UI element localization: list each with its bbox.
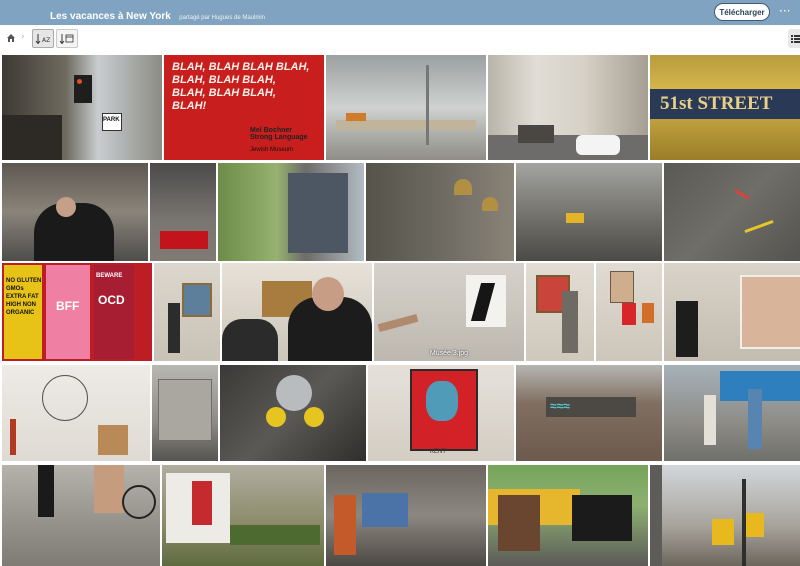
list-lines-icon xyxy=(790,34,800,43)
photo-text-51st: 51st STREET xyxy=(660,93,773,114)
toolbar: › AZ xyxy=(0,26,800,52)
photo-tile[interactable]: 51st STREET xyxy=(650,55,800,160)
photo-tile[interactable] xyxy=(150,163,216,261)
photo-caption: Musée 3.jpg xyxy=(429,350,469,357)
sort-date-button[interactable] xyxy=(56,29,78,48)
photo-text-blah: BLAH, BLAH BLAH BLAH, BLAH, BLAH BLAH, B… xyxy=(172,61,310,112)
photo-tile[interactable] xyxy=(664,365,800,461)
sort-alpha-icon: AZ xyxy=(35,34,50,44)
photo-tile[interactable] xyxy=(526,263,594,361)
photo-tile[interactable] xyxy=(488,465,648,566)
photo-tile[interactable]: KENT xyxy=(368,365,514,461)
photo-tile[interactable] xyxy=(2,365,150,461)
photo-tile[interactable]: BLAH, BLAH BLAH BLAH, BLAH, BLAH BLAH, B… xyxy=(164,55,324,160)
photo-text-gmos: NO GLUTEN GMOs EXTRA FAT HIGH NON ORGANI… xyxy=(6,278,42,316)
photo-text-beware: BEWARE xyxy=(96,273,123,279)
photo-text-jewish: Jewish Museum xyxy=(250,147,294,153)
photo-tile[interactable]: PARK xyxy=(2,55,162,160)
photo-tile[interactable] xyxy=(664,263,800,361)
list-view-icon[interactable] xyxy=(788,29,800,48)
more-horizontal-icon[interactable]: ··· xyxy=(779,4,790,18)
photo-tile[interactable] xyxy=(488,55,648,160)
shared-by-label: partagé par Hugues de Maulmin xyxy=(179,15,265,21)
photo-text-park: PARK xyxy=(103,117,120,123)
photo-tile[interactable] xyxy=(2,163,148,261)
photo-text-bff: BFF xyxy=(56,299,80,313)
svg-text:AZ: AZ xyxy=(42,37,50,44)
photo-tile[interactable] xyxy=(222,263,372,361)
photo-tile[interactable] xyxy=(596,263,662,361)
photo-text-bochner: Mel Bochner Strong Language xyxy=(250,127,308,141)
photo-tile[interactable] xyxy=(650,465,800,566)
photo-text-ocd: OCD xyxy=(98,293,125,307)
album-title: Les vacances à New York xyxy=(50,11,171,22)
photo-tile[interactable] xyxy=(664,163,800,261)
photo-tile[interactable] xyxy=(152,365,218,461)
photo-tile[interactable]: NO GLUTEN GMOs EXTRA FAT HIGH NON ORGANI… xyxy=(2,263,152,361)
sort-alpha-button[interactable]: AZ xyxy=(32,29,54,48)
photo-tile[interactable] xyxy=(154,263,220,361)
album-title-area: Les vacances à New York partagé par Hugu… xyxy=(50,6,265,24)
photo-tile[interactable] xyxy=(218,163,364,261)
photo-text-kent: KENT xyxy=(430,449,447,455)
photo-tile[interactable]: Musée 3.jpg xyxy=(374,263,524,361)
photo-tile[interactable] xyxy=(162,465,324,566)
photo-tile[interactable] xyxy=(366,163,514,261)
photo-tile[interactable] xyxy=(2,465,160,566)
photo-tile[interactable] xyxy=(326,465,486,566)
graffiti-art: ≈≈≈ xyxy=(550,399,570,413)
home-icon[interactable] xyxy=(6,33,16,43)
app-header: Les vacances à New York partagé par Hugu… xyxy=(0,0,800,25)
photo-tile[interactable] xyxy=(326,55,486,160)
photo-tile[interactable] xyxy=(516,163,662,261)
download-button[interactable]: Télécharger xyxy=(714,3,770,21)
photo-tile[interactable] xyxy=(220,365,366,461)
sort-date-icon xyxy=(59,34,74,44)
breadcrumb-separator: › xyxy=(21,32,25,42)
photo-tile[interactable]: ≈≈≈ xyxy=(516,365,662,461)
